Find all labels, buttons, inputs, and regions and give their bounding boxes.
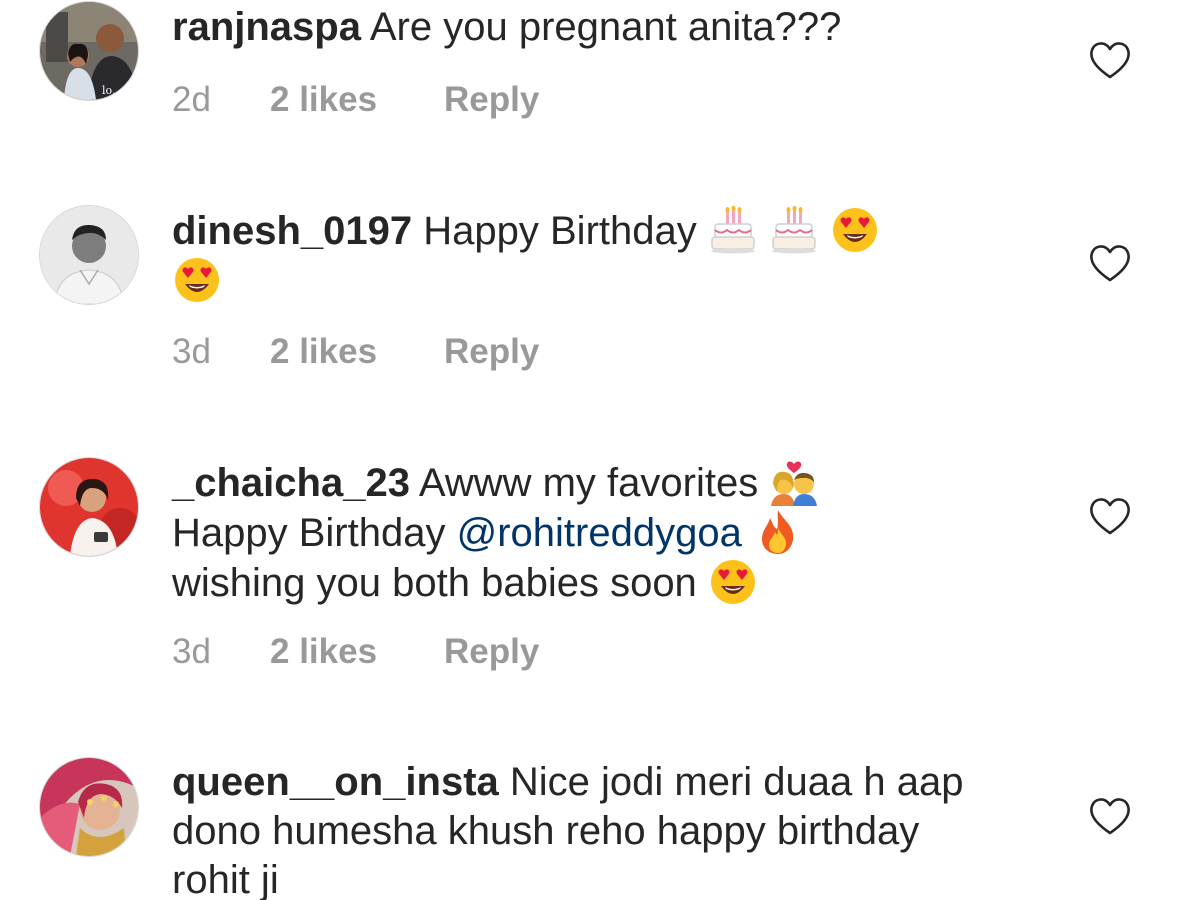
heart-eyes-emoji [830,206,880,254]
comment-age: 3d [172,632,211,671]
comment-username[interactable]: queen__on_insta [172,760,499,804]
comment-text: Awww my favorites [418,461,759,505]
comment-body: _chaicha_23 Awww my favorites Happy Birt… [172,458,982,608]
comment-text: Are you pregnant anita??? [369,5,842,49]
avatar[interactable] [40,206,138,304]
kiss-couple-emoji [769,458,819,506]
avatar[interactable]: lo.. [40,2,138,100]
comment-username[interactable]: dinesh_0197 [172,209,412,253]
fire-emoji [753,508,803,556]
comment-meta: 3d 2 likes Reply [172,332,539,372]
comment-likes[interactable]: 2 likes [270,632,444,672]
comment-likes[interactable]: 2 likes [270,332,444,372]
heart-outline-icon[interactable] [1088,496,1132,536]
avatar[interactable] [40,458,138,556]
svg-text:lo..: lo.. [102,84,119,97]
comment-text: wishing you both babies soon [172,561,697,605]
heart-eyes-emoji [172,256,222,304]
birthday-cake-emoji [769,206,819,254]
comment-meta: 3d 2 likes Reply [172,632,539,672]
comment-meta: 2d 2 likes Reply [172,80,539,120]
reply-button[interactable]: Reply [444,632,539,672]
comment-body: queen__on_insta Nice jodi meri duaa h aa… [172,758,982,900]
birthday-cake-emoji [708,206,758,254]
comment-text: Happy Birthday [423,209,697,253]
comment-age: 3d [172,332,211,371]
comment-username[interactable]: ranjnaspa [172,5,361,49]
reply-button[interactable]: Reply [444,80,539,120]
comment-username[interactable]: _chaicha_23 [172,461,410,505]
comment-list: lo.. ranjnaspa Are you pregnant anita???… [0,0,1200,900]
heart-outline-icon[interactable] [1088,243,1132,283]
heart-outline-icon[interactable] [1088,40,1132,80]
comment-body: dinesh_0197 Happy Birthday [172,206,982,306]
heart-eyes-emoji [708,558,758,606]
comment-age: 2d [172,80,211,119]
comment-body: ranjnaspa Are you pregnant anita??? [172,3,982,52]
avatar[interactable] [40,758,138,856]
reply-button[interactable]: Reply [444,332,539,372]
comment-text: Happy Birthday [172,511,446,555]
comment-mention-link[interactable]: @rohitreddygoa [457,511,742,555]
comment-likes[interactable]: 2 likes [270,80,444,120]
heart-outline-icon[interactable] [1088,796,1132,836]
